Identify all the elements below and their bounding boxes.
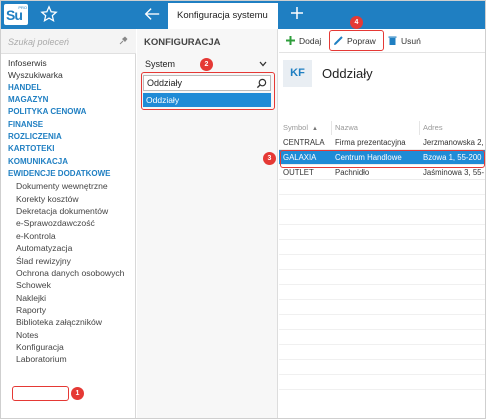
sidebar-item-korekty-kosztow[interactable]: Korekty kosztów <box>0 193 136 205</box>
highlight-edit-button <box>329 30 384 51</box>
empty-row <box>279 240 486 255</box>
empty-row <box>279 375 486 390</box>
sidebar-item-konfiguracja[interactable]: Konfiguracja <box>0 341 136 353</box>
sidebar-item-raporty[interactable]: Raporty <box>0 304 136 316</box>
sort-asc-icon: ▲ <box>312 126 318 132</box>
sidebar-section-handel[interactable]: HANDEL <box>0 82 136 94</box>
add-button[interactable]: Dodaj <box>285 34 327 48</box>
step-badge-1: 1 <box>71 387 84 400</box>
column-separator[interactable] <box>331 121 332 135</box>
empty-row <box>279 180 486 195</box>
cell-nazwa: Firma prezentacyjna <box>335 138 406 147</box>
empty-row <box>279 270 486 285</box>
delete-button[interactable]: Usuń <box>387 34 425 48</box>
empty-row <box>279 300 486 315</box>
app-logo[interactable]: Su PRO <box>4 4 28 25</box>
sidebar-nav: Infoserwis Wyszukiwarka HANDEL MAGAZYN P… <box>0 57 136 366</box>
plus-icon <box>286 36 295 45</box>
sidebar-item-dokumenty-wewnetrzne[interactable]: Dokumenty wewnętrzne <box>0 180 136 192</box>
column-separator[interactable] <box>419 121 420 135</box>
star-icon[interactable] <box>40 5 58 23</box>
config-panel-title: KONFIGURACJA <box>144 37 221 48</box>
sidebar-item-slad-rewizyjny[interactable]: Ślad rewizyjny <box>0 255 136 267</box>
table-row[interactable]: CENTRALA Firma prezentacyjna Jerzmanowsk… <box>279 135 486 150</box>
top-bar: Su PRO Konfiguracja systemu <box>0 0 486 29</box>
sidebar-item-notes[interactable]: Notes <box>0 329 136 341</box>
plus-icon[interactable] <box>290 6 304 20</box>
tab-konfiguracja-systemu[interactable]: Konfiguracja systemu <box>168 3 278 29</box>
command-search-placeholder: Szukaj poleceń <box>8 37 70 47</box>
main-panel: Dodaj Popraw Usuń KF Oddziały Symbol ▲ Na… <box>279 29 486 419</box>
logo-sup: PRO <box>18 5 27 10</box>
empty-row <box>279 255 486 270</box>
step-badge-3: 3 <box>263 152 276 165</box>
sidebar-item-laboratorium[interactable]: Laboratorium <box>0 353 136 365</box>
cell-adres: Jerzmanowska 2, <box>423 138 484 147</box>
empty-row <box>279 315 486 330</box>
column-header-nazwa[interactable]: Nazwa <box>335 121 419 135</box>
back-arrow-icon[interactable] <box>143 5 161 23</box>
empty-row <box>279 345 486 360</box>
empty-row <box>279 225 486 240</box>
empty-row <box>279 330 486 345</box>
sidebar-section-polityka-cenowa[interactable]: POLITYKA CENOWA <box>0 106 136 118</box>
empty-row <box>279 360 486 375</box>
pin-icon[interactable] <box>118 36 128 46</box>
sidebar-item-wyszukiwarka[interactable]: Wyszukiwarka <box>0 69 136 81</box>
empty-row <box>279 285 486 300</box>
form-type-icon: KF <box>283 60 312 87</box>
trash-icon <box>388 36 397 45</box>
sidebar-item-infoserwis[interactable]: Infoserwis <box>0 57 136 69</box>
sidebar-section-rozliczenia[interactable]: ROZLICZENIA <box>0 131 136 143</box>
command-search[interactable]: Szukaj poleceń <box>0 29 136 54</box>
highlight-galaxia-row <box>280 150 485 168</box>
step-badge-2: 2 <box>200 58 213 71</box>
table-header: Symbol ▲ Nazwa Adres <box>279 121 486 135</box>
sidebar-item-automatyzacja[interactable]: Automatyzacja <box>0 242 136 254</box>
step-badge-4: 4 <box>350 16 363 29</box>
chevron-down-icon <box>259 61 267 67</box>
empty-row <box>279 195 486 210</box>
sidebar-section-ewidencje-dodatkowe[interactable]: EWIDENCJE DODATKOWE <box>0 168 136 180</box>
cell-symbol: CENTRALA <box>283 138 325 147</box>
highlight-konfiguracja <box>12 386 69 401</box>
empty-row <box>279 210 486 225</box>
column-header-symbol[interactable]: Symbol ▲ <box>283 121 331 136</box>
config-category-value: System <box>145 59 176 69</box>
sidebar-item-e-sprawozdawczosc[interactable]: e-Sprawozdawczość <box>0 217 136 229</box>
sidebar-item-naklejki[interactable]: Naklejki <box>0 292 136 304</box>
page-title: Oddziały <box>322 66 373 81</box>
sidebar-item-schowek[interactable]: Schowek <box>0 279 136 291</box>
sidebar-section-finanse[interactable]: FINANSE <box>0 119 136 131</box>
sidebar: Szukaj poleceń Infoserwis Wyszukiwarka H… <box>0 29 136 419</box>
add-button-label: Dodaj <box>299 36 322 46</box>
sidebar-item-dekretacja-dokumentow[interactable]: Dekretacja dokumentów <box>0 205 136 217</box>
sidebar-section-kartoteki[interactable]: KARTOTEKI <box>0 143 136 155</box>
sidebar-item-biblioteka-zalacznikow[interactable]: Biblioteka załączników <box>0 316 136 328</box>
sidebar-item-e-kontrola[interactable]: e-Kontrola <box>0 230 136 242</box>
sidebar-section-komunikacja[interactable]: KOMUNIKACJA <box>0 156 136 168</box>
sidebar-item-ochrona-danych[interactable]: Ochrona danych osobowych <box>0 267 136 279</box>
delete-button-label: Usuń <box>401 36 421 46</box>
column-header-adres[interactable]: Adres <box>423 121 486 135</box>
sidebar-section-magazyn[interactable]: MAGAZYN <box>0 94 136 106</box>
highlight-filter <box>141 72 275 110</box>
